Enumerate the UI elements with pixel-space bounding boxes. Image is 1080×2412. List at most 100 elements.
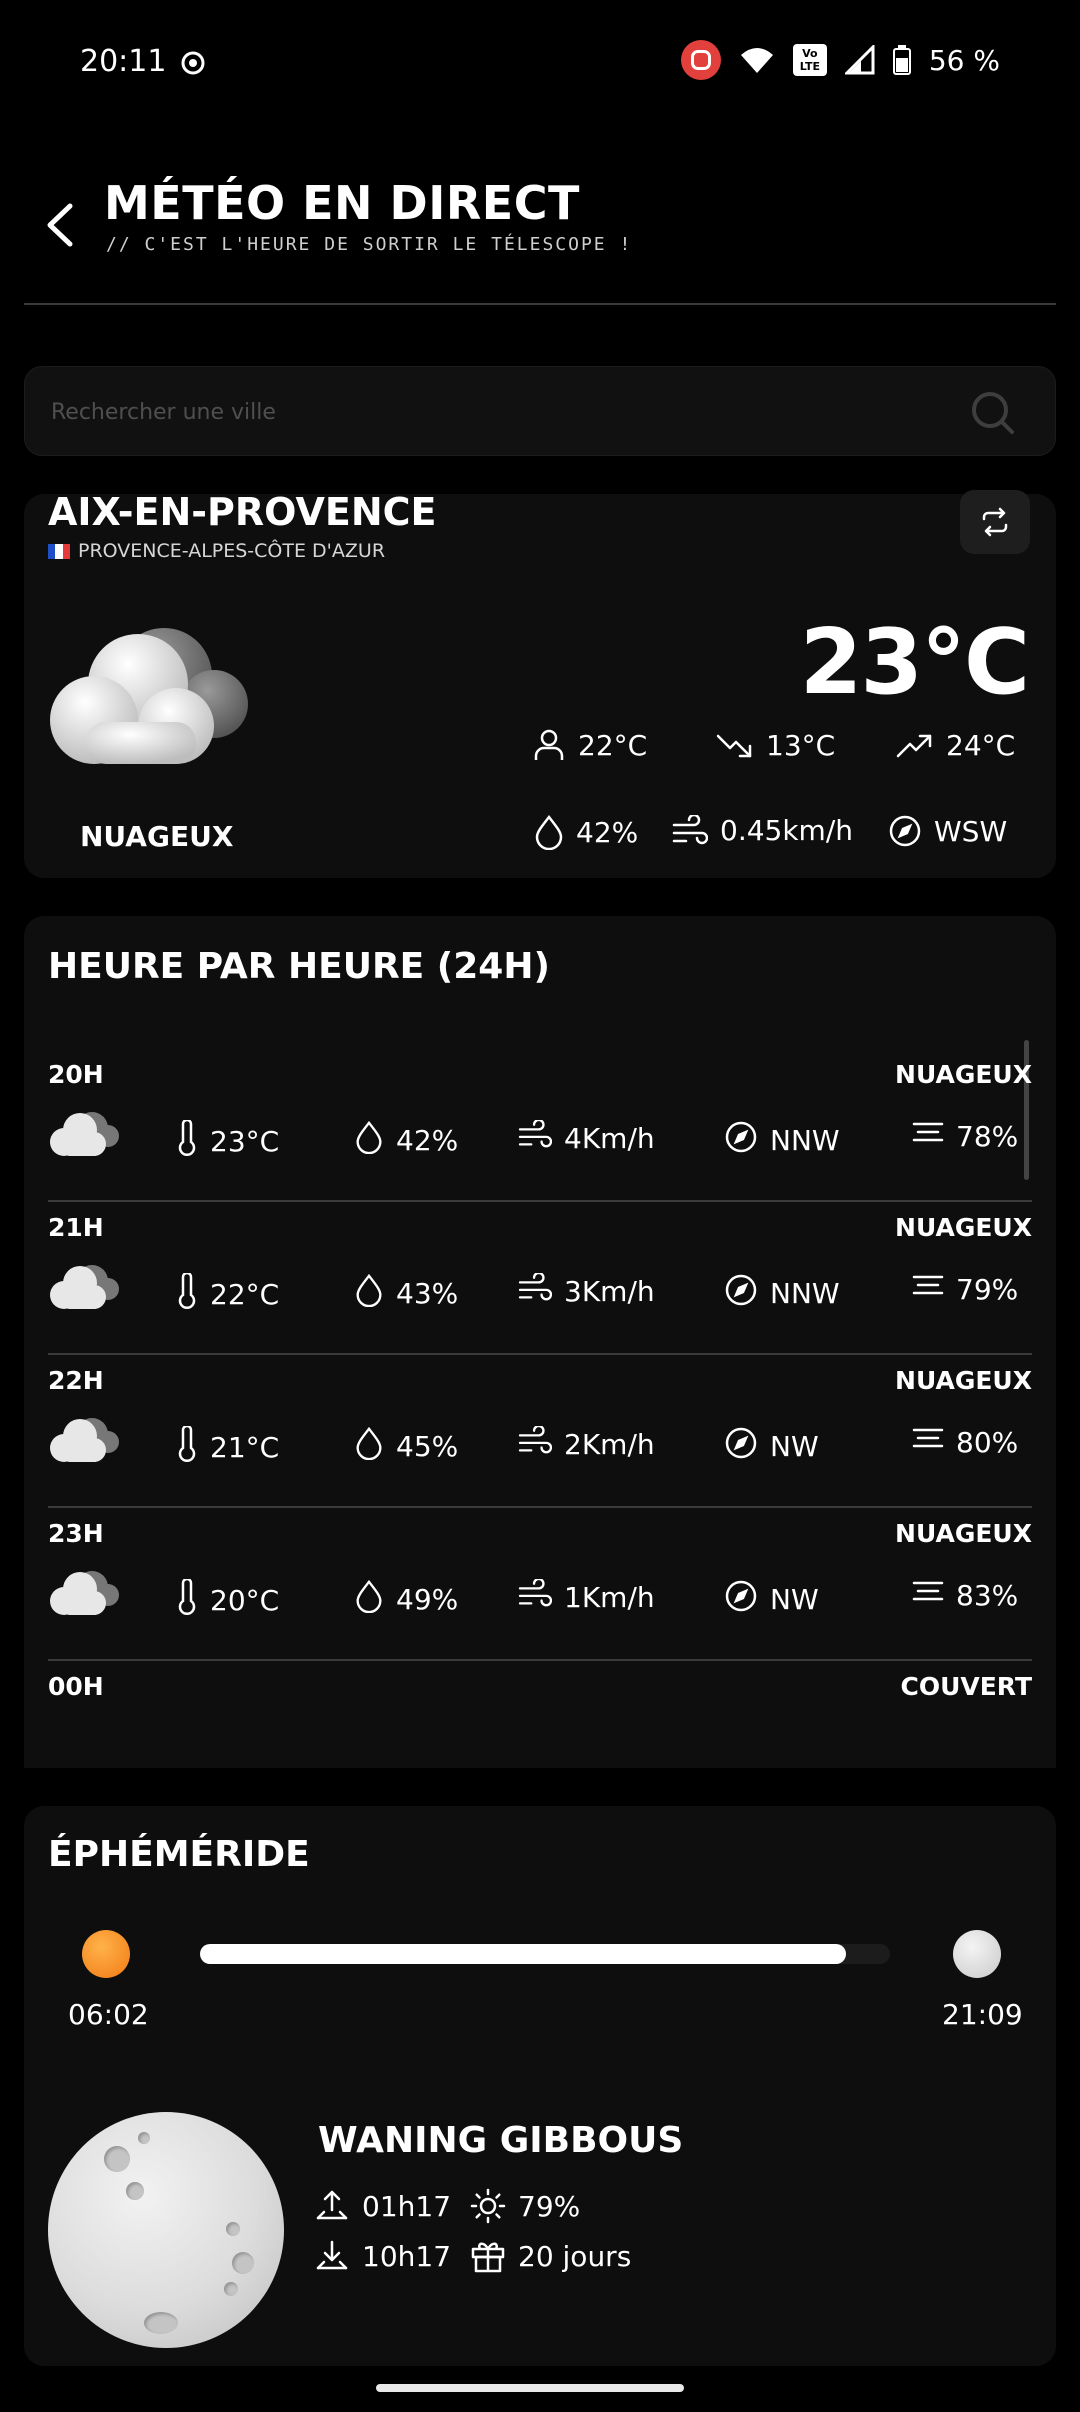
home-indicator[interactable] bbox=[376, 2384, 684, 2392]
temp-min: 13°C bbox=[716, 728, 835, 762]
hour-humidity-value: 49% bbox=[396, 1583, 459, 1616]
hour-cloud-value: 80% bbox=[956, 1426, 1019, 1459]
region-line: PROVENCE-ALPES-CÔTE D'AZUR bbox=[48, 540, 385, 562]
hour-condition: COUVERT bbox=[900, 1672, 1032, 1701]
battery-icon bbox=[892, 45, 911, 75]
hour-direction: NNW bbox=[724, 1273, 840, 1314]
hour-temp: 22°C bbox=[176, 1271, 280, 1316]
hour-direction-value: NNW bbox=[770, 1277, 840, 1310]
status-icons: Vo LTE 56 % bbox=[680, 40, 1000, 80]
sun-icon bbox=[82, 1930, 130, 1978]
swap-location-button[interactable] bbox=[960, 490, 1030, 554]
hour-direction: NW bbox=[724, 1426, 819, 1467]
back-button[interactable] bbox=[40, 200, 80, 250]
hourly-divider bbox=[48, 1353, 1032, 1355]
person-icon bbox=[534, 729, 564, 760]
hour-temp-value: 22°C bbox=[210, 1278, 280, 1311]
hour-cloud: 79% bbox=[912, 1273, 1018, 1306]
drop-icon bbox=[354, 1120, 384, 1161]
hour-temp-value: 20°C bbox=[210, 1584, 280, 1617]
hour-temp-value: 23°C bbox=[210, 1125, 280, 1158]
hour-humidity-value: 45% bbox=[396, 1430, 459, 1463]
trend-down-icon bbox=[716, 734, 752, 758]
wind-icon bbox=[518, 1577, 553, 1616]
hourly-row: 20H NUAGEUX 23°C 42% 4Km/h NNW 78% bbox=[48, 1060, 1032, 1213]
thermometer-icon bbox=[176, 1577, 198, 1622]
drop-icon bbox=[535, 814, 563, 850]
hour-condition: NUAGEUX bbox=[895, 1213, 1032, 1242]
hour-cloud: 78% bbox=[912, 1120, 1018, 1153]
hour-label: 00H bbox=[48, 1672, 104, 1701]
hourly-row: 23H NUAGEUX 20°C 49% 1Km/h NW 83% bbox=[48, 1519, 1032, 1672]
hour-condition: NUAGEUX bbox=[895, 1366, 1032, 1395]
screen-record-icon bbox=[178, 48, 208, 82]
compass-icon bbox=[724, 1426, 758, 1467]
compass-icon bbox=[724, 1273, 758, 1314]
hour-label: 21H bbox=[48, 1213, 104, 1242]
hour-label: 23H bbox=[48, 1519, 104, 1548]
temp-max: 24°C bbox=[896, 728, 1015, 762]
current-direction: WSW bbox=[888, 814, 1007, 848]
hourly-divider bbox=[48, 1200, 1032, 1202]
hour-cloud-value: 78% bbox=[956, 1120, 1019, 1153]
cloud-icon bbox=[50, 628, 248, 764]
wind-icon bbox=[518, 1118, 553, 1157]
hour-humidity: 43% bbox=[354, 1273, 458, 1314]
hour-wind: 4Km/h bbox=[518, 1118, 655, 1157]
current-temperature: 23°C bbox=[799, 610, 1030, 715]
moonrise: 01h17 bbox=[314, 2188, 451, 2224]
sunset-time: 21:09 bbox=[942, 1998, 1023, 2031]
hour-condition: NUAGEUX bbox=[895, 1060, 1032, 1089]
france-flag-icon bbox=[48, 543, 70, 559]
hour-direction-value: NNW bbox=[770, 1124, 840, 1157]
moonrise-icon bbox=[316, 2190, 348, 2220]
hour-temp: 21°C bbox=[176, 1424, 280, 1469]
drop-icon bbox=[354, 1426, 384, 1467]
hourly-divider bbox=[48, 1659, 1032, 1661]
feels-like: 22°C bbox=[532, 728, 647, 762]
hour-direction-value: NW bbox=[770, 1583, 819, 1616]
wifi-icon bbox=[740, 48, 773, 73]
current-humidity: 42% bbox=[534, 814, 638, 850]
moon-icon bbox=[953, 1930, 1001, 1978]
hour-humidity-value: 42% bbox=[396, 1124, 459, 1157]
hour-direction: NW bbox=[724, 1579, 819, 1620]
status-time: 20:11 bbox=[80, 44, 167, 79]
search-input[interactable] bbox=[49, 367, 953, 457]
moon-phase-image bbox=[48, 2112, 284, 2348]
hour-wind: 1Km/h bbox=[518, 1577, 655, 1616]
signal-icon bbox=[844, 45, 875, 75]
search-icon[interactable] bbox=[971, 391, 1015, 435]
hour-direction: NNW bbox=[724, 1120, 840, 1161]
city-name: AIX-EN-PROVENCE bbox=[48, 490, 437, 534]
current-wind: 0.45km/h bbox=[672, 814, 853, 847]
gift-icon bbox=[471, 2242, 505, 2273]
search-bar bbox=[24, 366, 1056, 457]
current-weather-icon bbox=[46, 622, 252, 776]
moon-illumination: 79% bbox=[470, 2188, 580, 2224]
sunrise-time: 06:02 bbox=[68, 1998, 149, 2031]
hourly-row: 22H NUAGEUX 21°C 45% 2Km/h NW 80% bbox=[48, 1366, 1032, 1519]
hour-humidity: 49% bbox=[354, 1579, 458, 1620]
hour-cloud: 80% bbox=[912, 1426, 1018, 1459]
thermometer-icon bbox=[176, 1271, 198, 1316]
hour-cloud: 83% bbox=[912, 1579, 1018, 1612]
thermometer-icon bbox=[176, 1118, 198, 1163]
drop-icon bbox=[354, 1273, 384, 1314]
drop-icon bbox=[354, 1579, 384, 1620]
wind-icon bbox=[672, 814, 708, 844]
hour-wind-value: 4Km/h bbox=[564, 1122, 655, 1155]
hour-temp: 23°C bbox=[176, 1118, 280, 1163]
moon-age: 20 jours bbox=[470, 2238, 631, 2274]
compass-icon bbox=[724, 1579, 758, 1620]
cloud-icon bbox=[48, 1106, 120, 1162]
hour-wind-value: 3Km/h bbox=[564, 1275, 655, 1308]
hour-temp-value: 21°C bbox=[210, 1431, 280, 1464]
hourly-row: 21H NUAGEUX 22°C 43% 3Km/h NNW 79% bbox=[48, 1213, 1032, 1366]
cloud-layers-icon bbox=[912, 1426, 944, 1459]
page-title: MÉTÉO EN DIRECT bbox=[104, 176, 580, 230]
hourly-clip bbox=[24, 1720, 1056, 1768]
current-condition: NUAGEUX bbox=[80, 820, 234, 853]
region-name: PROVENCE-ALPES-CÔTE D'AZUR bbox=[78, 540, 386, 562]
moonset-icon bbox=[316, 2240, 348, 2270]
